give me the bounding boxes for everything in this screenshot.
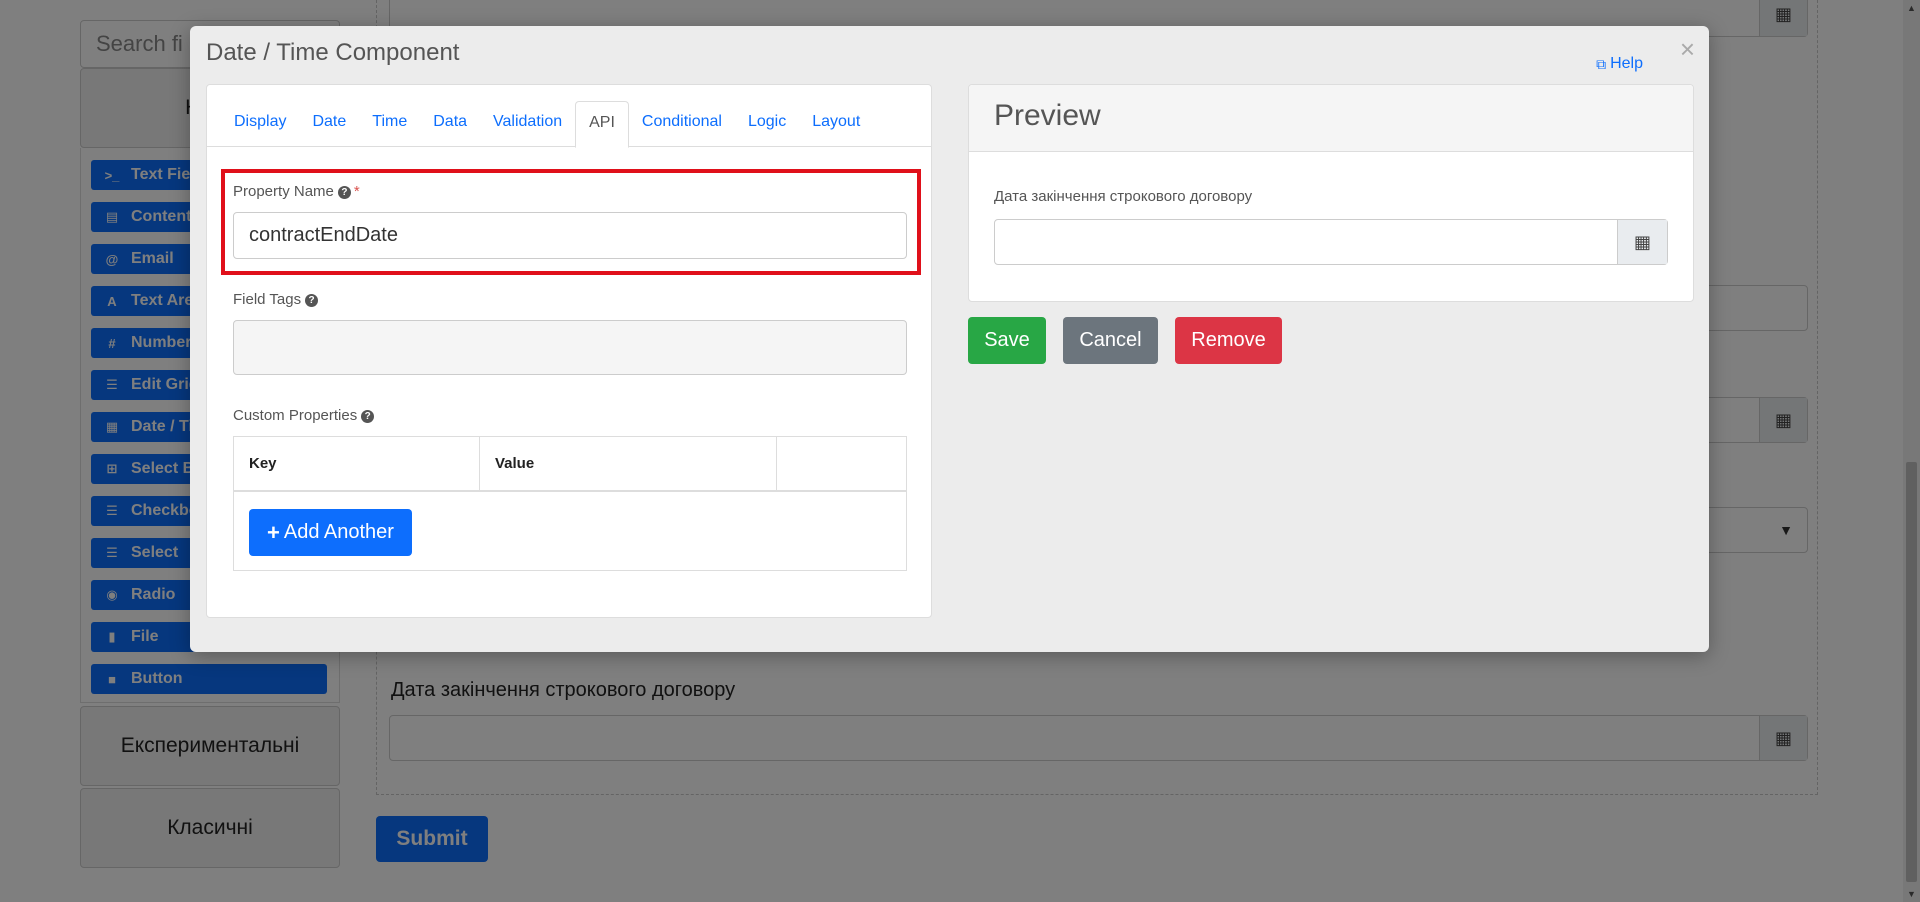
preview-field-label: Дата закінчення строкового договору: [994, 188, 1253, 205]
question-circle-icon[interactable]: ?: [305, 294, 319, 307]
external-link-icon: ⧉: [1596, 55, 1607, 72]
plus-icon: +: [267, 519, 280, 545]
add-another-label: Add Another: [283, 521, 394, 543]
cancel-button[interactable]: Cancel: [1063, 317, 1158, 364]
remove-button[interactable]: Remove: [1175, 317, 1282, 364]
preview-title: Preview: [969, 85, 1693, 152]
label-text: Custom Properties: [233, 407, 358, 424]
custom-properties-table: Key Value + Add Another: [233, 436, 907, 571]
help-label: Help: [1610, 55, 1643, 72]
tab-time[interactable]: Time: [359, 101, 420, 147]
component-edit-dialog: Date / Time Component × ⧉ Help Display Da…: [190, 26, 1709, 652]
tab-layout[interactable]: Layout: [799, 101, 873, 147]
custom-properties-label: Custom Properties?: [233, 407, 375, 424]
dialog-title: Date / Time Component: [206, 39, 460, 66]
tab-display[interactable]: Display: [221, 101, 299, 147]
required-marker: *: [353, 183, 360, 200]
property-name-input[interactable]: contractEndDate: [233, 212, 907, 259]
calendar-icon[interactable]: ▦: [1617, 220, 1667, 264]
help-link[interactable]: ⧉ Help: [1596, 55, 1643, 73]
preview-date-input[interactable]: ▦: [994, 219, 1668, 265]
column-key: Key: [234, 437, 480, 492]
tab-validation[interactable]: Validation: [480, 101, 575, 147]
field-tags-input[interactable]: [233, 320, 907, 375]
settings-panel: Display Date Time Data Validation API Co…: [206, 84, 932, 618]
field-tags-label: Field Tags?: [233, 291, 319, 308]
column-value: Value: [480, 437, 777, 492]
settings-tabs: Display Date Time Data Validation API Co…: [207, 85, 931, 148]
question-circle-icon[interactable]: ?: [361, 410, 375, 423]
tab-conditional[interactable]: Conditional: [629, 101, 735, 147]
label-text: Property Name: [233, 183, 334, 200]
tab-api[interactable]: API: [575, 101, 629, 148]
tab-logic[interactable]: Logic: [735, 101, 799, 147]
tab-date[interactable]: Date: [299, 101, 359, 147]
question-circle-icon[interactable]: ?: [337, 186, 351, 199]
column-actions: [777, 437, 906, 492]
table-header: Key Value: [234, 437, 906, 492]
label-text: Field Tags: [233, 291, 302, 308]
add-another-button[interactable]: + Add Another: [249, 509, 412, 556]
tab-data[interactable]: Data: [420, 101, 480, 147]
save-button[interactable]: Save: [968, 317, 1046, 364]
close-icon[interactable]: ×: [1680, 34, 1695, 65]
preview-panel: Preview Дата закінчення строкового догов…: [968, 84, 1694, 302]
property-name-label: Property Name? *: [233, 183, 360, 200]
